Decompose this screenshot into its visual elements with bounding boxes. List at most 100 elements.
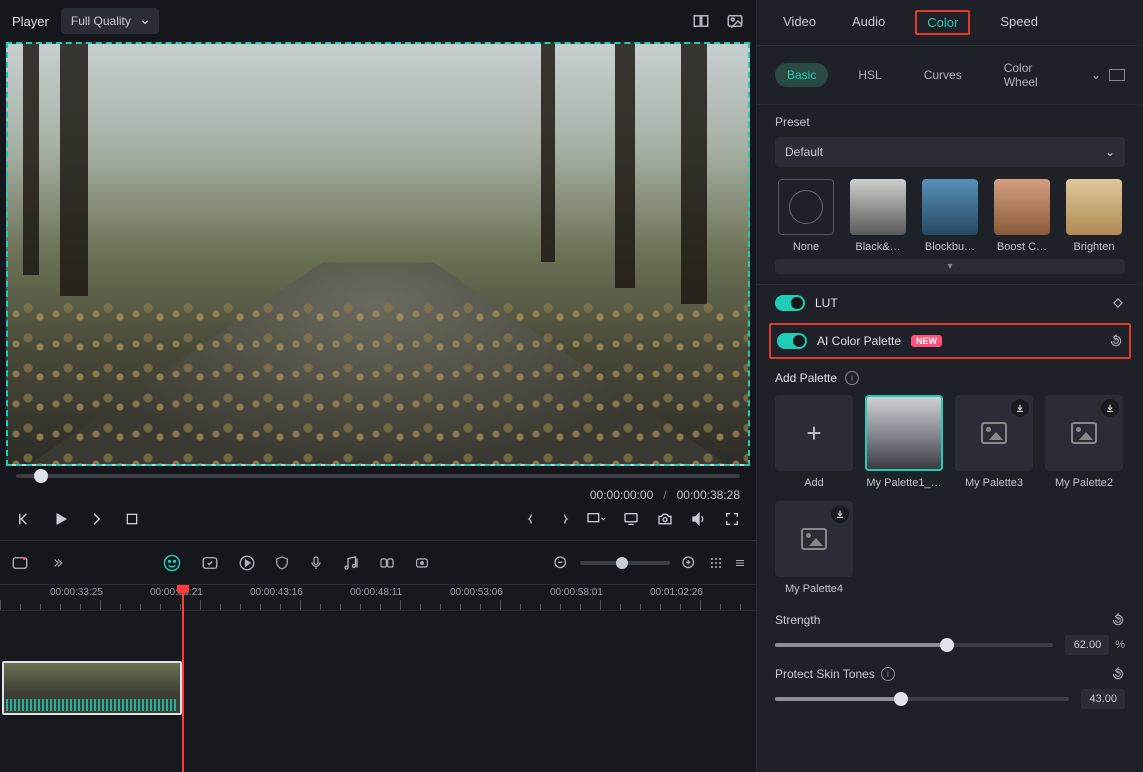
info-icon[interactable]: i — [845, 371, 859, 385]
skin-slider[interactable] — [775, 697, 1069, 701]
playback-controls — [0, 502, 756, 540]
info-icon[interactable]: i — [881, 667, 895, 681]
ruler-mark: 00:00:58:01 — [550, 587, 603, 598]
play-button[interactable] — [52, 510, 70, 528]
preset-brighten[interactable]: Brighten — [1063, 179, 1125, 253]
marker-tool-button[interactable] — [414, 555, 430, 571]
ai-palette-row: AI Color Palette NEW — [771, 325, 1129, 357]
compare-grid-icon[interactable] — [692, 12, 710, 30]
preview-viewport[interactable] — [6, 42, 750, 466]
timecode-current: 00:00:00:00 — [590, 488, 653, 502]
strength-thumb[interactable] — [940, 638, 954, 652]
palette-add[interactable]: +Add — [775, 395, 853, 489]
crop-dropdown-button[interactable] — [586, 511, 606, 527]
zoom-in-button[interactable] — [680, 554, 698, 572]
quality-select[interactable]: Full Quality — [61, 8, 159, 34]
image-icon — [981, 422, 1007, 444]
timeline-menu-button[interactable] — [734, 555, 746, 571]
speed-tool-button[interactable] — [238, 554, 256, 572]
preset-expand-button[interactable]: ▾ — [775, 259, 1125, 274]
new-badge: NEW — [911, 335, 942, 347]
strength-reset-icon[interactable] — [1111, 613, 1125, 627]
video-clip[interactable] — [2, 661, 182, 715]
subtab-chevron-down-icon[interactable]: ⌄ — [1091, 68, 1101, 82]
timeline-toolbar — [0, 540, 756, 584]
preset-blackwhite[interactable]: Black&… — [847, 179, 909, 253]
preset-none[interactable]: None — [775, 179, 837, 253]
ruler-mark: 00:00:48:11 — [350, 587, 402, 598]
fullscreen-button[interactable] — [724, 511, 740, 527]
preset-boostcolor[interactable]: Boost C… — [991, 179, 1053, 253]
zoom-slider[interactable] — [580, 561, 670, 565]
mic-tool-button[interactable] — [308, 554, 324, 572]
download-icon — [1101, 399, 1119, 417]
preset-title: Preset — [775, 115, 1125, 129]
tab-speed[interactable]: Speed — [994, 10, 1044, 35]
lut-toggle[interactable] — [775, 295, 805, 311]
subtab-curves[interactable]: Curves — [912, 63, 974, 87]
audio-tool-button[interactable] — [342, 554, 360, 572]
download-icon — [1011, 399, 1029, 417]
lut-row: LUT — [757, 284, 1143, 321]
scrub-track[interactable] — [16, 474, 740, 478]
lut-label: LUT — [815, 296, 838, 310]
palette-item-2[interactable]: My Palette2 — [1045, 395, 1123, 489]
skin-row: Protect Skin Tones i 43.00 — [757, 659, 1143, 713]
tab-color[interactable]: Color — [915, 10, 970, 35]
prev-frame-button[interactable] — [16, 510, 34, 528]
color-subtabs: Basic HSL Curves Color Wheel ⌄ — [757, 46, 1143, 105]
image-icon — [1071, 422, 1097, 444]
stop-button[interactable] — [124, 511, 140, 527]
camera-snapshot-button[interactable] — [656, 511, 674, 527]
grid-view-button[interactable] — [708, 555, 724, 571]
zoom-out-button[interactable] — [552, 554, 570, 572]
skin-value[interactable]: 43.00 — [1081, 689, 1125, 709]
scrub-thumb[interactable] — [34, 469, 48, 483]
preset-select[interactable]: Default ⌄ — [775, 137, 1125, 167]
enhance-tool-button[interactable] — [200, 554, 220, 572]
preset-blockbuster[interactable]: Blockbu… — [919, 179, 981, 253]
compare-panel-icon[interactable] — [1109, 69, 1125, 81]
timeline[interactable]: 00:00:33:25 00:00:38:21 00:00:43:16 00:0… — [0, 584, 756, 772]
preset-section: Preset Default ⌄ None Black&… Blockbu… B… — [757, 105, 1143, 284]
ai-palette-toggle[interactable] — [777, 333, 807, 349]
quality-value: Full Quality — [71, 14, 131, 28]
tab-audio[interactable]: Audio — [846, 10, 891, 35]
skin-reset-icon[interactable] — [1111, 667, 1125, 681]
subtab-basic[interactable]: Basic — [775, 63, 828, 87]
subtab-hsl[interactable]: HSL — [846, 63, 893, 87]
add-palette-header: Add Palette i — [757, 361, 1143, 391]
skin-label: Protect Skin Tones — [775, 667, 875, 681]
strength-slider[interactable] — [775, 643, 1053, 647]
ai-tool-button[interactable] — [10, 554, 30, 572]
screen-display-button[interactable] — [622, 511, 640, 527]
playhead[interactable] — [182, 585, 184, 772]
strength-row: Strength 62.00 % — [757, 605, 1143, 659]
inspector-panel: Video Audio Color Speed Basic HSL Curves… — [756, 0, 1143, 772]
face-tool-button[interactable] — [162, 553, 182, 573]
mark-in-button[interactable] — [526, 511, 540, 527]
preset-grid: None Black&… Blockbu… Boost C… Brighten — [775, 179, 1125, 253]
subtab-wheels[interactable]: Color Wheel — [992, 56, 1073, 94]
inspector-tabs: Video Audio Color Speed — [757, 0, 1143, 46]
volume-button[interactable] — [690, 511, 708, 527]
strength-value[interactable]: 62.00 — [1065, 635, 1109, 655]
skin-thumb[interactable] — [894, 692, 908, 706]
more-tools-button[interactable] — [48, 556, 66, 570]
mark-out-button[interactable] — [556, 511, 570, 527]
tab-video[interactable]: Video — [777, 10, 822, 35]
time-ruler[interactable]: 00:00:33:25 00:00:38:21 00:00:43:16 00:0… — [0, 585, 756, 611]
timecode-sep: / — [663, 488, 666, 502]
palette-item-4[interactable]: My Palette4 — [775, 501, 853, 595]
palette-item-3[interactable]: My Palette3 — [955, 395, 1033, 489]
preview-content — [8, 44, 748, 464]
next-frame-button[interactable] — [88, 510, 106, 528]
zoom-thumb[interactable] — [616, 557, 628, 569]
link-tool-button[interactable] — [378, 555, 396, 571]
shield-tool-button[interactable] — [274, 554, 290, 572]
reset-icon[interactable] — [1109, 334, 1123, 348]
timecode-total: 00:00:38:28 — [677, 488, 740, 502]
snapshot-image-icon[interactable] — [726, 12, 744, 30]
keyframe-diamond-icon[interactable] — [1111, 296, 1125, 310]
palette-item-1[interactable]: My Palette1_… — [865, 395, 943, 489]
